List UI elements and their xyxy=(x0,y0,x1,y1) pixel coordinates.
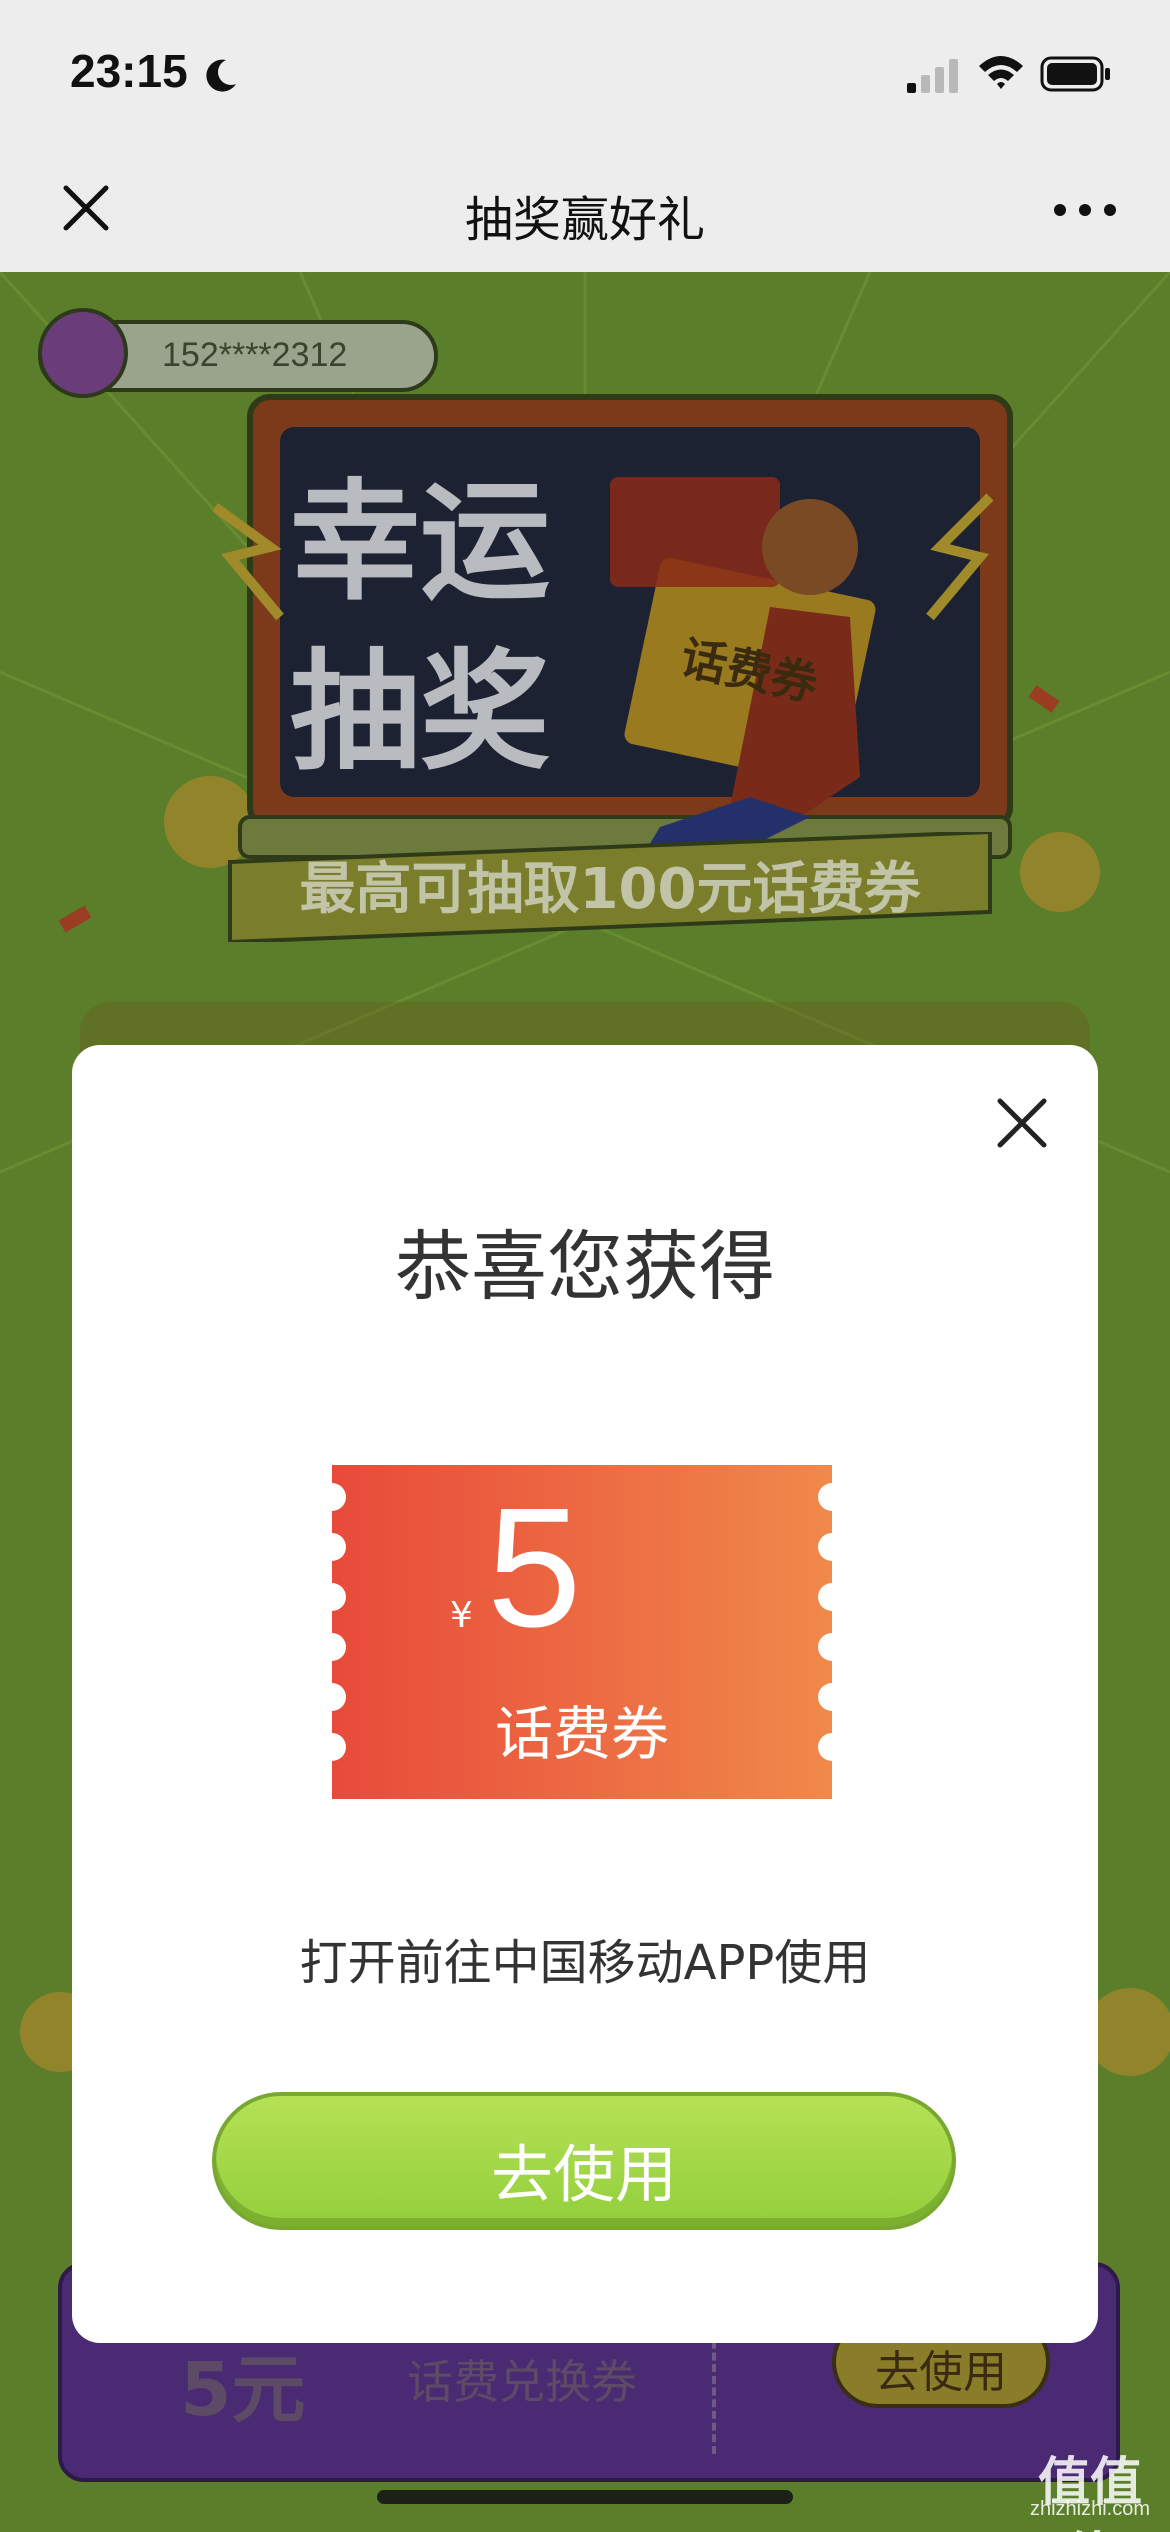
nav-bar: 抽奖赢好礼 xyxy=(0,150,1170,272)
prize-modal: 恭喜您获得 ¥ 5 话费券 打开前往中国移动APP使用 去使用 xyxy=(72,1045,1098,2343)
battery-icon xyxy=(1040,56,1110,92)
use-coupon-button[interactable]: 去使用 xyxy=(212,2092,956,2230)
coupon-currency: ¥ xyxy=(450,1595,473,1636)
moon-icon xyxy=(206,59,236,92)
hero-title-line1: 幸运 xyxy=(290,466,550,618)
page-title: 抽奖赢好礼 xyxy=(464,192,705,248)
usage-hint: 打开前往中国移动APP使用 xyxy=(299,1935,871,1991)
coupon-amount: 5 xyxy=(487,1473,582,1663)
more-icon[interactable] xyxy=(1050,196,1120,224)
background-coupon-amount: 5元 xyxy=(180,2347,306,2433)
wifi-icon xyxy=(979,56,1023,89)
status-time: 23:15 xyxy=(70,45,188,97)
cellular-signal-icon xyxy=(907,59,958,93)
hero-title-line2: 抽奖 xyxy=(290,636,550,788)
prize-banner-text: 最高可抽取100元话费券 xyxy=(299,857,921,922)
prize-banner: 最高可抽取100元话费券 xyxy=(220,832,1000,942)
use-coupon-button-label: 去使用 xyxy=(490,2138,677,2211)
modal-title: 恭喜您获得 xyxy=(395,1222,775,1311)
coupon-type: 话费券 xyxy=(494,1700,669,1768)
watermark-url: zhizhizhi.com xyxy=(1029,2498,1151,2520)
prize-coupon: ¥ 5 话费券 xyxy=(332,1465,832,1799)
background-use-button-label: 去使用 xyxy=(875,2347,1007,2398)
avatar xyxy=(38,308,128,398)
watermark: 值值值 zhizhizhi.com xyxy=(1015,2440,1165,2532)
modal-close-icon[interactable] xyxy=(992,1093,1052,1153)
background-coupon-label: 话费兑换券 xyxy=(407,2355,637,2409)
status-bar: 23:15 xyxy=(0,0,1170,150)
home-indicator[interactable] xyxy=(377,2490,793,2504)
